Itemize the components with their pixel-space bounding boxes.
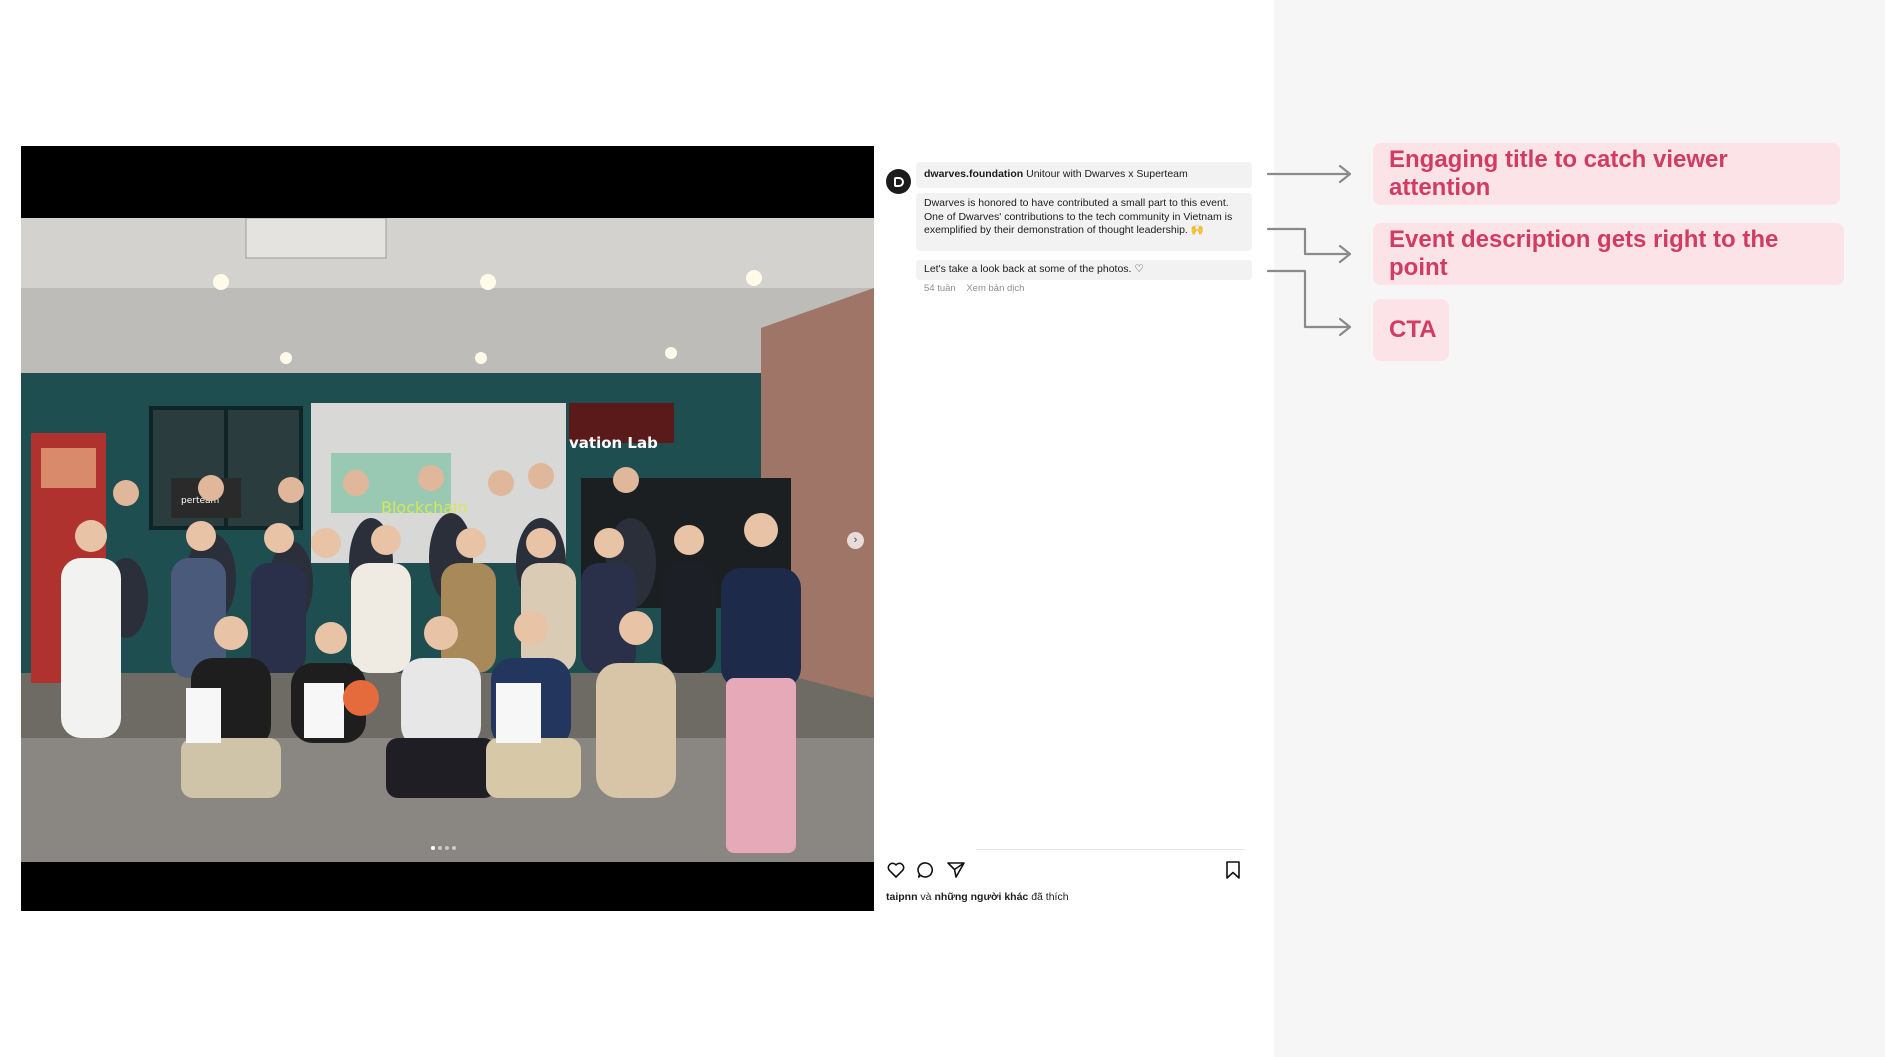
liked-suffix: đã thích xyxy=(1031,891,1069,903)
heart-icon[interactable] xyxy=(886,860,906,880)
divider xyxy=(976,849,1245,850)
liked-by-others[interactable]: những người khác xyxy=(934,891,1028,903)
photo-sign-text: vation Lab xyxy=(569,434,658,452)
post-time: 54 tuần xyxy=(924,283,956,294)
annotation-title: Engaging title to catch viewer attention xyxy=(1373,143,1840,205)
liked-by-connector: và xyxy=(920,891,932,903)
likes-text: taipnn và những người khác đã thích xyxy=(886,891,1069,903)
post-media: Blockchain vation Lab perteam › xyxy=(21,146,874,911)
post-cta: Let's take a look back at some of the ph… xyxy=(924,263,1144,275)
annotation-description: Event description gets right to the poin… xyxy=(1373,223,1844,285)
post-username[interactable]: dwarves.foundation xyxy=(924,168,1023,180)
carousel-dot xyxy=(431,846,435,850)
carousel-dot xyxy=(445,846,449,850)
dwarves-logo-icon[interactable] xyxy=(886,169,911,194)
post-photo[interactable]: Blockchain vation Lab perteam › xyxy=(21,218,874,862)
paper-plane-icon[interactable] xyxy=(946,860,966,880)
bookmark-icon[interactable] xyxy=(1224,860,1242,880)
post-description: Dwarves is honored to have contributed a… xyxy=(924,197,1233,236)
translate-link[interactable]: Xem bản dịch xyxy=(966,283,1024,294)
caption-title-box: dwarves.foundation Unitour with Dwarves … xyxy=(916,162,1252,188)
annotation-description-label: Event description gets right to the poin… xyxy=(1389,226,1779,281)
liked-by-user[interactable]: taipnn xyxy=(886,891,918,903)
carousel-dot xyxy=(438,846,442,850)
annotation-cta-label: CTA xyxy=(1389,316,1437,343)
annotation-cta: CTA xyxy=(1373,299,1449,361)
caption-description-box: Dwarves is honored to have contributed a… xyxy=(916,193,1252,251)
connector-arrows xyxy=(1266,164,1352,337)
comment-icon[interactable] xyxy=(916,860,936,880)
post-meta: 54 tuần Xem bản dịch xyxy=(924,283,1024,294)
chevron-right-icon: › xyxy=(853,534,858,546)
annotation-title-label: Engaging title to catch viewer attention xyxy=(1389,146,1728,201)
caption-cta-box: Let's take a look back at some of the ph… xyxy=(916,260,1252,280)
post-title: Unitour with Dwarves x Superteam xyxy=(1026,168,1188,180)
next-photo-button[interactable]: › xyxy=(847,532,864,549)
carousel-dots xyxy=(431,846,456,850)
carousel-dot xyxy=(452,846,456,850)
